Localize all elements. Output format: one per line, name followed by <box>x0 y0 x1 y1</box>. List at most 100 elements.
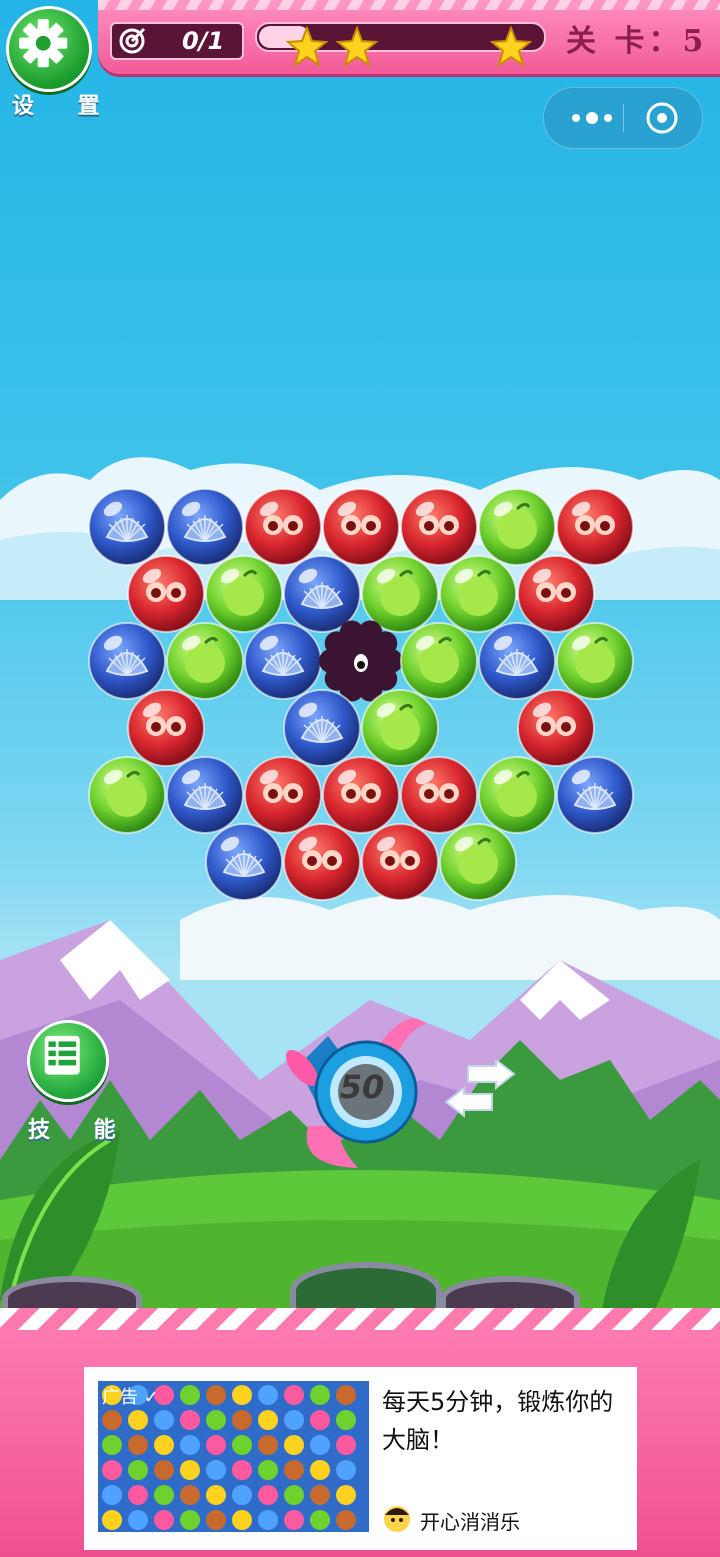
bubble-apple <box>439 823 517 901</box>
bubble-shell <box>88 488 166 566</box>
bubble-shell <box>166 756 244 834</box>
ad-candy <box>336 1435 356 1455</box>
ad-candy <box>154 1410 174 1430</box>
skill-button[interactable] <box>27 1020 109 1102</box>
ad-headline[interactable]: 每天5分钟，锻炼你的大脑！ <box>382 1383 622 1459</box>
ad-candy <box>180 1485 200 1505</box>
bubble-eyes <box>127 555 205 633</box>
ad-candy <box>310 1510 330 1530</box>
ad-candy <box>206 1435 226 1455</box>
ad-candy <box>102 1435 122 1455</box>
ad-candy <box>336 1460 356 1480</box>
ad-candy <box>310 1385 330 1405</box>
bubble-eyes <box>283 823 361 901</box>
bubble-apple <box>361 689 439 767</box>
ad-candy <box>284 1460 304 1480</box>
bubble-shell <box>283 689 361 767</box>
ad-candy <box>336 1485 356 1505</box>
bubble-eyes <box>322 488 400 566</box>
bubble-shell <box>478 622 556 700</box>
bubble-blob <box>319 620 403 702</box>
bubble-shell <box>166 488 244 566</box>
bubble-shell <box>556 756 634 834</box>
ad-candy <box>180 1510 200 1530</box>
bubble-grid[interactable] <box>0 0 720 1000</box>
ad-candy <box>154 1435 174 1455</box>
ad-candy <box>232 1385 252 1405</box>
ad-candy <box>180 1435 200 1455</box>
ad-candy <box>258 1410 278 1430</box>
bubble-apple <box>361 555 439 633</box>
shots-left-counter: 50 <box>339 1068 385 1106</box>
ad-candy <box>284 1485 304 1505</box>
swap-arrows-icon[interactable] <box>444 1060 516 1122</box>
ad-candy <box>336 1385 356 1405</box>
ad-candy <box>128 1485 148 1505</box>
ad-candy <box>232 1510 252 1530</box>
bubble-shell <box>88 622 166 700</box>
ad-candy <box>206 1410 226 1430</box>
ad-candy <box>154 1460 174 1480</box>
ad-candy <box>310 1485 330 1505</box>
ad-candy <box>180 1460 200 1480</box>
ad-candy <box>258 1460 278 1480</box>
ad-candy <box>128 1435 148 1455</box>
ad-candy <box>102 1485 122 1505</box>
ad-candy <box>336 1410 356 1430</box>
ad-candy <box>206 1485 226 1505</box>
ad-candy <box>180 1410 200 1430</box>
ad-brand-name[interactable]: 开心消消乐 <box>420 1506 520 1535</box>
bubble-shell <box>244 622 322 700</box>
ad-candy <box>128 1510 148 1530</box>
ad-tag[interactable]: 广告 ✓ <box>102 1383 159 1409</box>
ad-candy <box>258 1485 278 1505</box>
ad-candy <box>232 1410 252 1430</box>
ad-candy <box>232 1485 252 1505</box>
bubble-shell <box>205 823 283 901</box>
bubble-eyes <box>361 823 439 901</box>
bubble-apple <box>205 555 283 633</box>
ad-card[interactable]: 广告 ✓ 每天5分钟，锻炼你的大脑！ 开心消消乐 <box>84 1367 637 1550</box>
ad-candy <box>206 1510 226 1530</box>
ad-candy <box>154 1485 174 1505</box>
bubble-eyes <box>556 488 634 566</box>
bubble-eyes <box>400 488 478 566</box>
ad-candy <box>336 1510 356 1530</box>
bubble-shell <box>283 555 361 633</box>
bubble-eyes <box>127 689 205 767</box>
bubble-apple <box>556 622 634 700</box>
bubble-eyes <box>244 488 322 566</box>
ad-candy <box>258 1510 278 1530</box>
ad-candy <box>258 1385 278 1405</box>
list-icon <box>44 1035 80 1075</box>
ad-candy <box>232 1435 252 1455</box>
ad-candy <box>310 1410 330 1430</box>
bubble-apple <box>478 756 556 834</box>
bubble-apple <box>400 622 478 700</box>
bubble-eyes <box>517 555 595 633</box>
skill-label: 技 能 <box>28 1118 134 1143</box>
bubble-eyes <box>322 756 400 834</box>
ad-candy <box>310 1460 330 1480</box>
ad-candy <box>310 1435 330 1455</box>
ad-candy <box>102 1460 122 1480</box>
bubble-eyes <box>244 756 322 834</box>
bubble-apple <box>88 756 166 834</box>
game-stage[interactable]: 0/1 关 卡：5 设 置 技 能 50 广告 ✓ 每天5分钟，锻炼你的大脑！ … <box>0 0 720 1557</box>
ad-candy <box>284 1385 304 1405</box>
ad-candy <box>258 1435 278 1455</box>
ad-candy <box>206 1460 226 1480</box>
bubble-apple <box>439 555 517 633</box>
ad-candy <box>180 1385 200 1405</box>
ad-candy <box>206 1385 226 1405</box>
bubble-apple <box>478 488 556 566</box>
bottom-stripe <box>0 1308 720 1330</box>
ad-candy <box>232 1460 252 1480</box>
ad-candy <box>284 1435 304 1455</box>
bubble-apple <box>166 622 244 700</box>
ad-candy <box>154 1510 174 1530</box>
ad-candy <box>128 1410 148 1430</box>
bubble-eyes <box>517 689 595 767</box>
bubble-eyes <box>400 756 478 834</box>
brand-avatar-icon <box>384 1506 410 1532</box>
